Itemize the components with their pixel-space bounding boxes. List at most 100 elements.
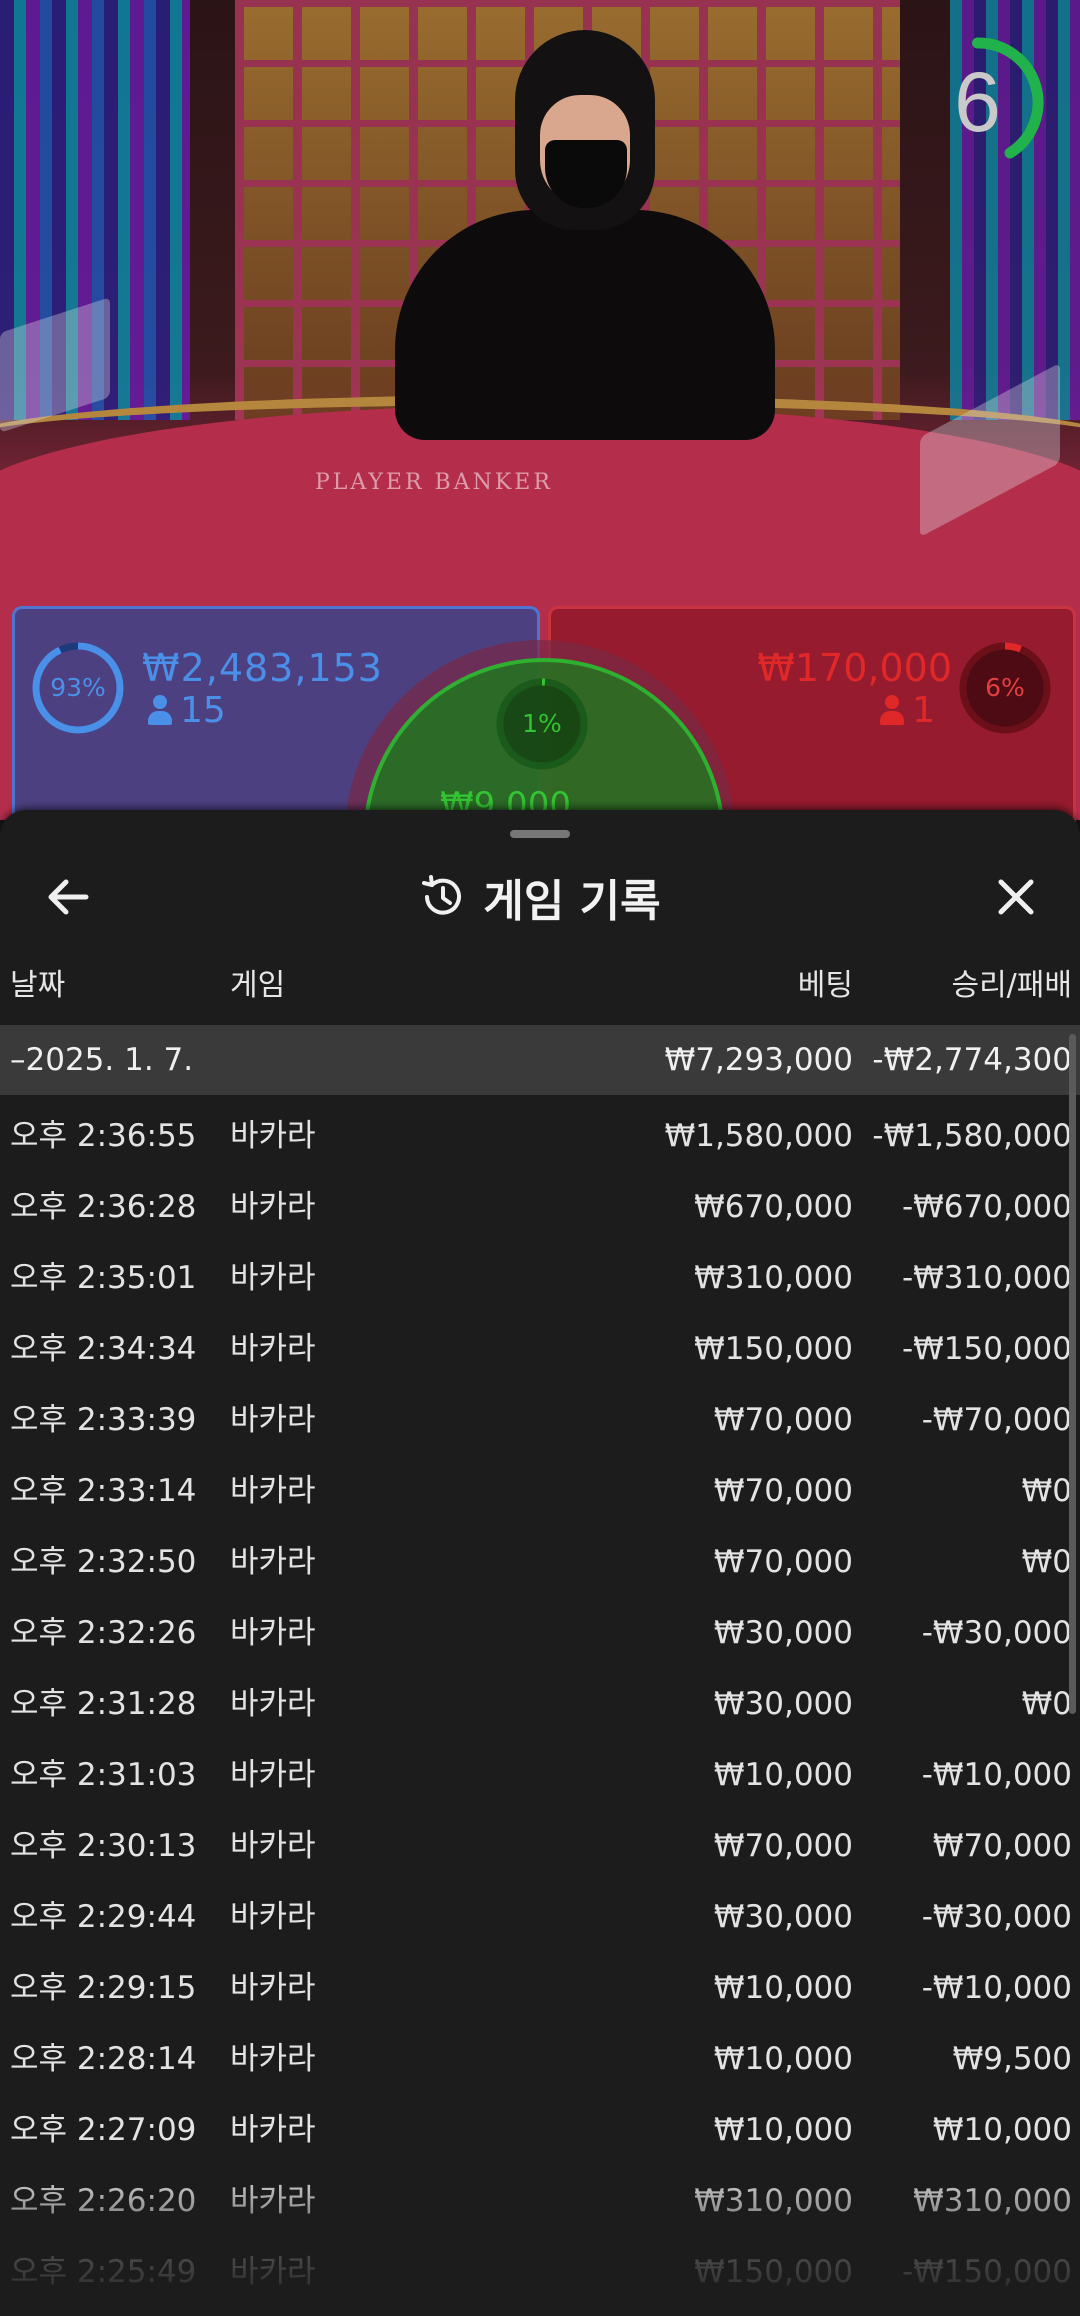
row-bet: ₩30,000 bbox=[713, 1615, 853, 1651]
history-row[interactable]: 오후 2:33:39 바카라 ₩70,000 -₩70,000 bbox=[0, 1385, 1080, 1456]
row-result: -₩30,000 bbox=[921, 1899, 1072, 1935]
history-row[interactable]: 오후 2:30:13 바카라 ₩70,000 ₩70,000 bbox=[0, 1811, 1080, 1882]
date-group-row[interactable]: –2025. 1. 7. ₩7,293,000 -₩2,774,300 bbox=[0, 1025, 1080, 1095]
row-bet: ₩70,000 bbox=[713, 1544, 853, 1580]
row-result: -₩150,000 bbox=[901, 1331, 1072, 1367]
column-header-game[interactable]: 게임 bbox=[230, 960, 285, 1004]
row-game: 바카라 bbox=[230, 1970, 316, 2006]
row-bet: ₩310,000 bbox=[694, 2183, 853, 2219]
history-row[interactable]: 오후 2:31:03 바카라 ₩10,000 -₩10,000 bbox=[0, 1740, 1080, 1811]
row-result: ₩70,000 bbox=[932, 1828, 1072, 1864]
close-button[interactable] bbox=[984, 865, 1048, 929]
row-bet: ₩310,000 bbox=[694, 1260, 853, 1296]
row-time: 오후 2:34:34 bbox=[10, 1331, 197, 1367]
row-time: 오후 2:33:39 bbox=[10, 1402, 197, 1438]
history-row[interactable]: 오후 2:28:14 바카라 ₩10,000 ₩9,500 bbox=[0, 2024, 1080, 2095]
user-icon bbox=[148, 695, 172, 725]
history-row[interactable]: 오후 2:29:44 바카라 ₩30,000 -₩30,000 bbox=[0, 1882, 1080, 1953]
row-game: 바카라 bbox=[230, 1260, 316, 1296]
row-time: 오후 2:26:20 bbox=[10, 2183, 197, 2219]
row-result: ₩10,000 bbox=[932, 2112, 1072, 2148]
row-game: 바카라 bbox=[230, 1118, 316, 1154]
history-row[interactable]: 오후 2:27:09 바카라 ₩10,000 ₩10,000 bbox=[0, 2095, 1080, 2166]
table-print-text: PLAYER BANKER bbox=[315, 470, 553, 495]
row-game: 바카라 bbox=[230, 1686, 316, 1722]
row-time: 오후 2:32:26 bbox=[10, 1615, 197, 1651]
banker-percent-ring: 6% bbox=[957, 640, 1053, 736]
history-row[interactable]: 오후 2:25:49 바카라 ₩150,000 -₩150,000 bbox=[0, 2237, 1080, 2308]
row-result: ₩0 bbox=[1021, 1686, 1072, 1722]
player-users-value: 15 bbox=[180, 690, 226, 731]
player-bet-amount: ₩2,483,153 bbox=[142, 646, 383, 690]
player-percent-ring: 93% bbox=[30, 640, 126, 736]
row-game: 바카라 bbox=[230, 1544, 316, 1580]
row-time: 오후 2:33:14 bbox=[10, 1473, 197, 1509]
scrollbar[interactable] bbox=[1069, 1034, 1076, 1714]
banker-bet-amount: ₩170,000 bbox=[757, 646, 952, 690]
row-time: 오후 2:29:15 bbox=[10, 1970, 197, 2006]
history-row[interactable]: 오후 2:35:01 바카라 ₩310,000 -₩310,000 bbox=[0, 1243, 1080, 1314]
sheet-header: 게임 기록 bbox=[0, 860, 1080, 934]
history-row[interactable]: 오후 2:34:34 바카라 ₩150,000 -₩150,000 bbox=[0, 1314, 1080, 1385]
row-result: -₩70,000 bbox=[921, 1402, 1072, 1438]
history-row[interactable]: 오후 2:32:26 바카라 ₩30,000 -₩30,000 bbox=[0, 1598, 1080, 1669]
history-row[interactable]: 오후 2:36:55 바카라 ₩1,580,000 -₩1,580,000 bbox=[0, 1101, 1080, 1172]
row-result: -₩30,000 bbox=[921, 1615, 1072, 1651]
row-result: -₩10,000 bbox=[921, 1970, 1072, 2006]
row-game: 바카라 bbox=[230, 2112, 316, 2148]
row-time: 오후 2:27:09 bbox=[10, 2112, 197, 2148]
column-header-bet[interactable]: 베팅 bbox=[798, 960, 853, 1004]
row-bet: ₩10,000 bbox=[713, 1757, 853, 1793]
row-time: 오후 2:30:13 bbox=[10, 1828, 197, 1864]
row-game: 바카라 bbox=[230, 1828, 316, 1864]
row-game: 바카라 bbox=[230, 1757, 316, 1793]
row-bet: ₩10,000 bbox=[713, 2112, 853, 2148]
player-user-count: 15 bbox=[148, 690, 226, 731]
date-group-date: 2025. 1. 7. bbox=[25, 1042, 194, 1078]
date-group-label: –2025. 1. 7. bbox=[10, 1042, 194, 1078]
row-bet: ₩670,000 bbox=[694, 1189, 853, 1225]
history-row[interactable]: 오후 2:31:28 바카라 ₩30,000 ₩0 bbox=[0, 1669, 1080, 1740]
row-result: -₩1,580,000 bbox=[872, 1118, 1072, 1154]
row-bet: ₩1,580,000 bbox=[664, 1118, 853, 1154]
dealer-body bbox=[395, 210, 775, 440]
user-icon bbox=[880, 695, 905, 725]
row-time: 오후 2:31:28 bbox=[10, 1686, 197, 1722]
row-result: ₩0 bbox=[1021, 1544, 1072, 1580]
column-header-date[interactable]: 날짜 bbox=[10, 960, 65, 1004]
row-game: 바카라 bbox=[230, 1899, 316, 1935]
row-time: 오후 2:36:28 bbox=[10, 1189, 197, 1225]
row-game: 바카라 bbox=[230, 2254, 316, 2290]
row-result: ₩9,500 bbox=[952, 2041, 1072, 2077]
row-result: -₩670,000 bbox=[901, 1189, 1072, 1225]
history-icon bbox=[422, 875, 462, 915]
row-game: 바카라 bbox=[230, 1402, 316, 1438]
row-game: 바카라 bbox=[230, 1189, 316, 1225]
row-time: 오후 2:25:49 bbox=[10, 2254, 197, 2290]
timer-value: 6 bbox=[954, 55, 1001, 149]
row-time: 오후 2:32:50 bbox=[10, 1544, 197, 1580]
row-bet: ₩150,000 bbox=[694, 2254, 853, 2290]
banker-user-count: 1 bbox=[880, 690, 935, 731]
row-result: -₩310,000 bbox=[901, 1260, 1072, 1296]
banker-users-value: 1 bbox=[912, 690, 935, 731]
history-row[interactable]: 오후 2:33:14 바카라 ₩70,000 ₩0 bbox=[0, 1456, 1080, 1527]
row-result: ₩310,000 bbox=[913, 2183, 1072, 2219]
column-header-result[interactable]: 승리/패배 bbox=[951, 960, 1072, 1004]
row-bet: ₩30,000 bbox=[713, 1686, 853, 1722]
history-row[interactable]: 오후 2:36:28 바카라 ₩670,000 -₩670,000 bbox=[0, 1172, 1080, 1243]
row-result: -₩10,000 bbox=[921, 1757, 1072, 1793]
tie-percent: 1% bbox=[522, 709, 562, 738]
countdown-timer: 6 bbox=[910, 35, 1045, 170]
history-row[interactable]: 오후 2:26:20 바카라 ₩310,000 ₩310,000 bbox=[0, 2166, 1080, 2237]
history-row[interactable]: 오후 2:32:50 바카라 ₩70,000 ₩0 bbox=[0, 1527, 1080, 1598]
row-result: -₩150,000 bbox=[901, 2254, 1072, 2290]
history-row[interactable]: 오후 2:29:15 바카라 ₩10,000 -₩10,000 bbox=[0, 1953, 1080, 2024]
drag-handle[interactable] bbox=[510, 830, 570, 838]
date-group-bet-total: ₩7,293,000 bbox=[664, 1042, 853, 1078]
row-game: 바카라 bbox=[230, 2183, 316, 2219]
row-time: 오후 2:31:03 bbox=[10, 1757, 197, 1793]
row-time: 오후 2:36:55 bbox=[10, 1118, 197, 1154]
row-time: 오후 2:29:44 bbox=[10, 1899, 197, 1935]
row-game: 바카라 bbox=[230, 2041, 316, 2077]
